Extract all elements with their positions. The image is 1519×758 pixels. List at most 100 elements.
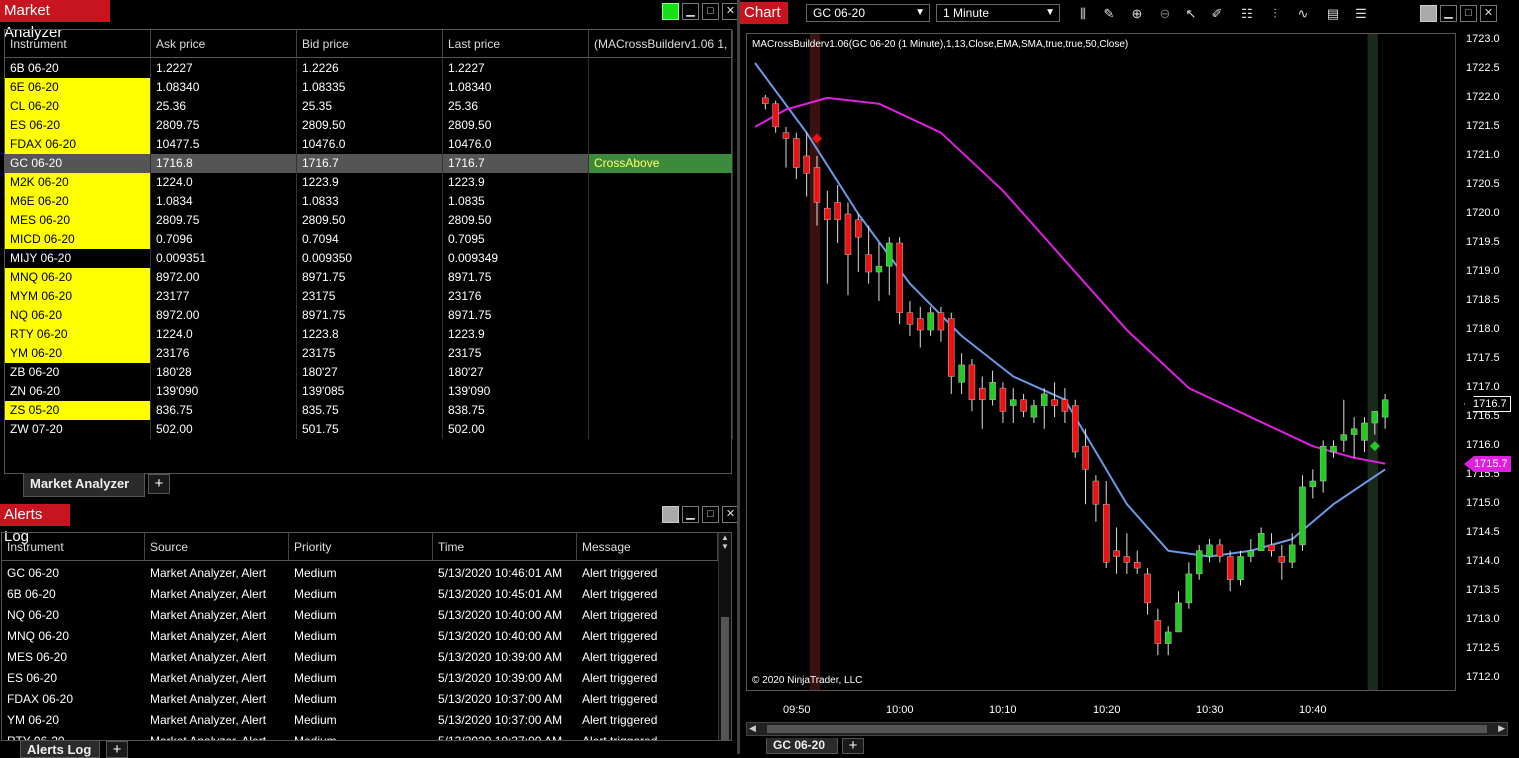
edit-data-icon[interactable]: ✐ bbox=[1208, 5, 1226, 23]
table-row[interactable]: NQ 06-20 8972.00 8971.75 8971.75 bbox=[5, 306, 733, 325]
cell-sig bbox=[589, 401, 733, 420]
instrument-selector[interactable]: GC 06-20 ▼ bbox=[806, 4, 930, 22]
table-row[interactable]: MIJY 06-20 0.009351 0.009350 0.009349 bbox=[5, 249, 733, 268]
pencil-icon[interactable]: ✎ bbox=[1100, 5, 1118, 23]
cell-last: 23175 bbox=[443, 344, 589, 363]
price-tick-label: 1718.5 bbox=[1466, 294, 1500, 307]
minimize-button[interactable]: ▁ bbox=[682, 506, 699, 523]
column-header[interactable]: (MACrossBuilderv1.06 1, bbox=[589, 30, 733, 57]
table-row[interactable]: MNQ 06-20 Market Analyzer, Alert Medium 5/1… bbox=[2, 626, 718, 647]
cell-inst: GC 06-20 bbox=[7, 566, 60, 580]
add-tab-button[interactable]: + bbox=[148, 474, 170, 494]
properties-icon[interactable]: ☷ bbox=[1238, 5, 1256, 23]
link-color-button[interactable] bbox=[662, 3, 679, 20]
scroll-thumb[interactable] bbox=[767, 725, 1487, 733]
column-header[interactable]: Ask price bbox=[151, 30, 297, 57]
bar-style-icon[interactable]: ⫼ bbox=[1074, 5, 1092, 23]
table-row[interactable]: MYM 06-20 23177 23175 23176 bbox=[5, 287, 733, 306]
table-row[interactable]: MICD 06-20 0.7096 0.7094 0.7095 bbox=[5, 230, 733, 249]
table-row[interactable]: RTY 06-20 Market Analyzer, Alert Medium 5/1… bbox=[2, 731, 718, 740]
table-row[interactable]: MNQ 06-20 8972.00 8971.75 8971.75 bbox=[5, 268, 733, 287]
scroll-down-icon[interactable]: ▼ bbox=[719, 542, 731, 551]
table-row[interactable]: ZS 05-20 836.75 835.75 838.75 bbox=[5, 401, 733, 420]
table-row[interactable]: ZW 07-20 502.00 501.75 502.00 bbox=[5, 420, 733, 439]
price-chart-svg[interactable] bbox=[747, 34, 1455, 690]
table-row[interactable]: ZB 06-20 180'28 180'27 180'27 bbox=[5, 363, 733, 382]
table-row[interactable]: ES 06-20 2809.75 2809.50 2809.50 bbox=[5, 116, 733, 135]
table-row[interactable]: YM 06-20 23176 23175 23175 bbox=[5, 344, 733, 363]
table-row[interactable]: MES 06-20 2809.75 2809.50 2809.50 bbox=[5, 211, 733, 230]
cell-last: 23176 bbox=[443, 287, 589, 306]
market-analyzer-tab[interactable]: Market Analyzer bbox=[23, 473, 145, 497]
cell-src: Market Analyzer, Alert bbox=[150, 566, 267, 580]
column-header[interactable]: Instrument bbox=[5, 30, 151, 57]
table-row[interactable]: NQ 06-20 Market Analyzer, Alert Medium 5/13… bbox=[2, 605, 718, 626]
candle-down bbox=[937, 312, 945, 331]
add-tab-button[interactable]: + bbox=[842, 738, 864, 754]
table-row[interactable]: MES 06-20 Market Analyzer, Alert Medium 5/1… bbox=[2, 647, 718, 668]
column-header[interactable]: Instrument bbox=[2, 533, 145, 560]
column-header[interactable]: Source bbox=[145, 533, 289, 560]
chart-tab[interactable]: GC 06-20 bbox=[766, 738, 838, 754]
cell-ask: 1.08340 bbox=[151, 78, 297, 97]
strategies-icon[interactable]: ∿ bbox=[1294, 5, 1312, 23]
alerts-scrollbar[interactable]: ▲ ▼ bbox=[718, 533, 731, 740]
zoom-in-icon[interactable]: ⊕ bbox=[1128, 5, 1146, 23]
candle-up bbox=[1257, 533, 1265, 551]
chevron-down-icon: ▼ bbox=[915, 7, 925, 18]
table-row[interactable]: FDAX 06-20 10477.5 10476.0 10476.0 bbox=[5, 135, 733, 154]
list-icon[interactable]: ☰ bbox=[1352, 5, 1370, 23]
templates-icon[interactable]: ▤ bbox=[1324, 5, 1342, 23]
minimize-button[interactable]: ▁ bbox=[682, 3, 699, 20]
price-axis[interactable]: 1723.0 1722.5 1722.0 1721.5 1721.0 1720.5 1720… bbox=[1456, 33, 1519, 691]
close-button[interactable]: ✕ bbox=[1480, 5, 1497, 22]
time-tick-label: 10:20 bbox=[1093, 704, 1121, 716]
table-row[interactable]: RTY 06-20 1224.0 1223.8 1223.9 bbox=[5, 325, 733, 344]
cell-src: Market Analyzer, Alert bbox=[150, 629, 267, 643]
maximize-button[interactable]: □ bbox=[702, 3, 719, 20]
add-tab-button[interactable]: + bbox=[106, 741, 128, 758]
table-row[interactable]: M6E 06-20 1.0834 1.0833 1.0835 bbox=[5, 192, 733, 211]
time-axis[interactable]: 09:50 10:00 10:10 10:20 10:30 10:40 bbox=[746, 692, 1456, 722]
cell-src: Market Analyzer, Alert bbox=[150, 587, 267, 601]
table-row[interactable]: CL 06-20 25.36 25.35 25.36 bbox=[5, 97, 733, 116]
cell-inst: RTY 06-20 bbox=[5, 325, 151, 344]
table-row[interactable]: YM 06-20 Market Analyzer, Alert Medium 5/13… bbox=[2, 710, 718, 731]
column-header[interactable]: Last price bbox=[443, 30, 589, 57]
link-color-button[interactable] bbox=[1420, 5, 1437, 22]
scroll-thumb[interactable] bbox=[721, 617, 729, 740]
table-row[interactable]: ZN 06-20 139'090 139'085 139'090 bbox=[5, 382, 733, 401]
table-row[interactable]: GC 06-20 1716.8 1716.7 1716.7 CrossAbove bbox=[5, 154, 733, 173]
table-row[interactable]: 6B 06-20 Market Analyzer, Alert Medium 5/13… bbox=[2, 584, 718, 605]
link-color-button[interactable] bbox=[662, 506, 679, 523]
alerts-log-tab[interactable]: Alerts Log bbox=[20, 741, 100, 758]
zoom-out-icon[interactable]: ⊖ bbox=[1156, 5, 1174, 23]
table-row[interactable]: GC 06-20 Market Analyzer, Alert Medium 5/13… bbox=[2, 563, 718, 584]
scroll-up-icon[interactable]: ▲ bbox=[719, 533, 731, 542]
interval-selector[interactable]: 1 Minute ▼ bbox=[936, 4, 1060, 22]
table-row[interactable]: 6E 06-20 1.08340 1.08335 1.08340 bbox=[5, 78, 733, 97]
minimize-button[interactable]: ▁ bbox=[1440, 5, 1457, 22]
cell-ask: 2809.75 bbox=[151, 211, 297, 230]
table-row[interactable]: M2K 06-20 1224.0 1223.9 1223.9 bbox=[5, 173, 733, 192]
candle-up bbox=[1381, 399, 1389, 418]
table-row[interactable]: ES 06-20 Market Analyzer, Alert Medium 5/13… bbox=[2, 668, 718, 689]
cell-inst: M6E 06-20 bbox=[5, 192, 151, 211]
table-row[interactable]: FDAX 06-20 Market Analyzer, Alert Medium 5/… bbox=[2, 689, 718, 710]
cell-msg: Alert triggered bbox=[582, 713, 658, 727]
scroll-left-icon[interactable]: ◀ bbox=[749, 723, 756, 734]
column-header[interactable]: Time bbox=[433, 533, 577, 560]
chart-canvas[interactable]: MACrossBuilderv1.06(GC 06-20 (1 Minute),… bbox=[746, 33, 1456, 691]
column-header[interactable]: Bid price bbox=[297, 30, 443, 57]
indicators-icon[interactable]: ⫶ bbox=[1266, 5, 1284, 23]
chart-scrollbar[interactable]: ◀ ▶ bbox=[746, 722, 1508, 736]
pointer-icon[interactable]: ↖ bbox=[1182, 5, 1200, 23]
column-header[interactable]: Message bbox=[577, 533, 718, 560]
scroll-right-icon[interactable]: ▶ bbox=[1498, 723, 1505, 734]
maximize-button[interactable]: □ bbox=[702, 506, 719, 523]
candle-up bbox=[1206, 544, 1213, 557]
table-row[interactable]: 6B 06-20 1.2227 1.2226 1.2227 bbox=[5, 59, 733, 78]
column-header[interactable]: Priority bbox=[289, 533, 433, 560]
cell-bid: 0.7094 bbox=[297, 230, 443, 249]
maximize-button[interactable]: □ bbox=[1460, 5, 1477, 22]
